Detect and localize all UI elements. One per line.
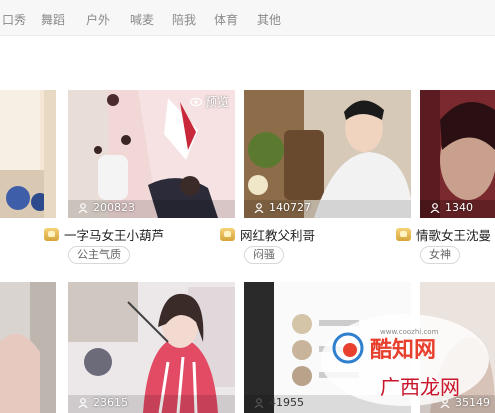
watermark-sub: 广西龙网 [380,375,460,399]
watermark-url: www.coozhi.com [380,328,439,336]
stream-tag[interactable]: 闷骚 [244,246,284,264]
stream-thumbnail [420,90,495,218]
tab-other[interactable]: 其他 [257,11,281,28]
stream-title-row[interactable]: 情歌女王沈曼 [396,225,491,244]
site-watermark: 酷知网 www.coozhi.com 广西龙网 [321,314,489,406]
viewer-count: 200823 [78,201,135,214]
preview-badge[interactable]: 预览 [189,93,229,110]
stream-title-row[interactable]: 一字马女王小葫芦 [44,225,164,244]
category-bar: 口秀 舞蹈 户外 喊麦 陪我 体育 其他 [0,0,495,36]
person-icon [78,202,88,213]
person-icon [254,202,264,213]
stream-thumbnail [244,90,411,218]
anchor-level-badge-icon [44,228,59,241]
stream-card[interactable]: 23615 [68,282,235,413]
anchor-level-badge-icon [220,228,235,241]
eye-icon [189,97,202,106]
person-icon [430,202,440,213]
stream-thumbnail [68,282,235,413]
tab-sports[interactable]: 体育 [214,11,238,28]
stream-title[interactable]: 情歌女王沈曼 [416,225,491,244]
stream-card[interactable] [0,90,56,218]
person-icon [254,397,264,408]
stream-card[interactable]: 140727 [244,90,411,218]
stream-card[interactable]: 预览 200823 [68,90,235,218]
person-icon [78,397,88,408]
viewer-count: 23615 [78,396,128,409]
preview-label: 预览 [204,95,229,109]
stream-title-row[interactable]: 网红教父利哥 [220,225,315,244]
tab-mc[interactable]: 喊麦 [130,11,154,28]
watermark-brand: 酷知网 [370,337,436,363]
stream-tag[interactable]: 女神 [420,246,460,264]
tab-outdoor[interactable]: 户外 [86,11,110,28]
tab-accompany[interactable]: 陪我 [172,11,196,28]
stream-title[interactable]: 一字马女王小葫芦 [64,225,164,244]
viewer-count: 140727 [254,201,311,214]
tab-dance[interactable]: 舞蹈 [41,11,65,28]
stream-thumbnail [0,282,56,413]
stream-tag[interactable]: 公主气质 [68,246,130,264]
viewer-count: 1340 [430,201,473,214]
stream-thumbnail [0,90,56,218]
stream-card[interactable] [0,282,56,413]
anchor-level-badge-icon [396,228,411,241]
tab-talk-show[interactable]: 口秀 [2,11,26,28]
stream-title[interactable]: 网红教父利哥 [240,225,315,244]
viewer-count: 41955 [254,396,304,409]
stream-card[interactable]: 1340 [420,90,495,218]
